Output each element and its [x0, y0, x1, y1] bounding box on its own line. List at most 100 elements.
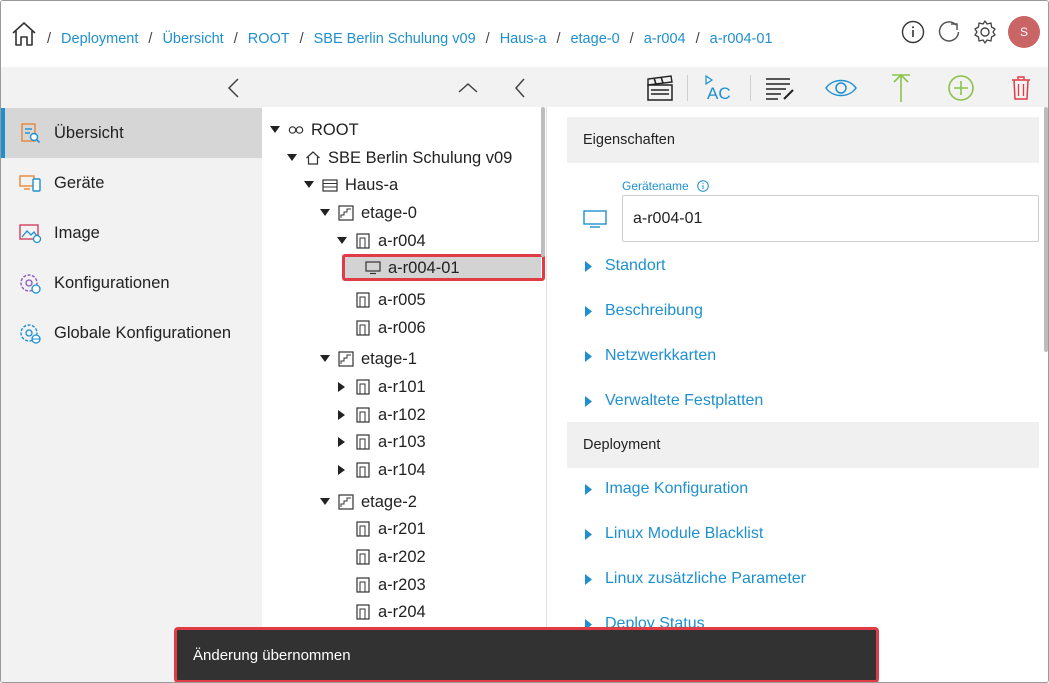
tree-node-floor[interactable]: etage-2: [318, 489, 417, 515]
breadcrumb-item-room[interactable]: a-r004: [644, 31, 686, 47]
trash-icon[interactable]: [1005, 72, 1037, 104]
breadcrumb-separator: /: [299, 31, 304, 47]
tree-node-room[interactable]: a-r004: [335, 228, 426, 254]
section-linux-zusaetzliche-parameter[interactable]: Linux zusätzliche Parameter: [585, 568, 806, 590]
caret-down-icon[interactable]: [285, 151, 299, 165]
room-icon: [355, 604, 371, 620]
caret-down-icon[interactable]: [335, 234, 349, 248]
breadcrumb-item-floor[interactable]: etage-0: [570, 31, 619, 47]
caret-down-icon[interactable]: [268, 123, 282, 137]
tree-node-room[interactable]: a-r202: [335, 544, 426, 570]
breadcrumb-item-uebersicht[interactable]: Übersicht: [162, 31, 223, 47]
home-icon[interactable]: [9, 19, 39, 49]
monitor-icon: [583, 209, 607, 229]
sidebar-item-uebersicht[interactable]: Übersicht: [1, 108, 262, 158]
device-name-label-text: Gerätename: [622, 179, 689, 193]
breadcrumb-item-building[interactable]: Haus-a: [500, 31, 547, 47]
tree-node-room[interactable]: a-r103: [335, 429, 426, 455]
list-edit-icon[interactable]: [764, 72, 796, 104]
room-icon: [355, 462, 371, 478]
section-linux-module-blacklist[interactable]: Linux Module Blacklist: [585, 523, 763, 545]
tree-node-room[interactable]: a-r104: [335, 457, 426, 483]
snackbar-notification: Änderung übernommen: [174, 627, 879, 682]
tree-node-school[interactable]: SBE Berlin Schulung v09: [285, 145, 512, 171]
tree-node-room[interactable]: a-r203: [335, 572, 426, 598]
caret-down-icon[interactable]: [318, 495, 332, 509]
caret-right-icon: [585, 395, 595, 407]
tree-scrollbar[interactable]: [541, 107, 545, 257]
gear-icon[interactable]: [972, 19, 998, 45]
info-icon[interactable]: [696, 180, 709, 192]
arrow-up-icon[interactable]: [885, 72, 917, 104]
tree-node-building[interactable]: Haus-a: [302, 172, 398, 198]
tree-node-floor[interactable]: etage-1: [318, 346, 417, 372]
sidebar-item-konfigurationen[interactable]: Konfigurationen: [1, 258, 262, 308]
breadcrumb-separator: /: [47, 31, 52, 47]
section-image-konfiguration[interactable]: Image Konfiguration: [585, 478, 748, 500]
tree-node-label: a-r104: [378, 460, 426, 479]
root-icon: [288, 122, 304, 138]
breadcrumb-separator: /: [695, 31, 700, 47]
section-netzwerkkarten[interactable]: Netzwerkkarten: [585, 345, 716, 367]
tree-node-root[interactable]: ROOT: [268, 117, 359, 143]
breadcrumb-separator: /: [556, 31, 561, 47]
breadcrumb-item-school[interactable]: SBE Berlin Schulung v09: [314, 31, 476, 47]
breadcrumb-item-root[interactable]: ROOT: [248, 31, 290, 47]
breadcrumb-item-device[interactable]: a-r004-01: [710, 31, 773, 47]
clapperboard-icon[interactable]: [644, 72, 676, 104]
floor-icon: [338, 351, 354, 367]
section-standort[interactable]: Standort: [585, 255, 665, 277]
eye-icon[interactable]: [825, 72, 857, 104]
caret-right-icon[interactable]: [335, 408, 349, 422]
collapse-up-icon[interactable]: [452, 72, 484, 104]
breadcrumb: / Deployment / Übersicht / ROOT / SBE Be…: [47, 31, 783, 47]
details-scrollbar[interactable]: [1044, 107, 1048, 352]
sidebar-item-label: Übersicht: [54, 123, 124, 142]
caret-right-icon[interactable]: [335, 435, 349, 449]
section-beschreibung[interactable]: Beschreibung: [585, 300, 703, 322]
tree-node-label: etage-2: [361, 492, 417, 511]
tree-node-room[interactable]: a-r102: [335, 402, 426, 428]
chevron-left-icon[interactable]: [224, 77, 244, 99]
device-name-input[interactable]: [622, 195, 1039, 242]
caret-down-icon[interactable]: [318, 352, 332, 366]
section-verwaltete-festplatten[interactable]: Verwaltete Festplatten: [585, 390, 763, 412]
svg-text:AC: AC: [707, 84, 731, 103]
sidebar-item-geraete[interactable]: Geräte: [1, 158, 262, 208]
section-label: Standort: [605, 257, 666, 274]
sidebar-item-image[interactable]: Image: [1, 208, 262, 258]
add-circle-icon[interactable]: [945, 72, 977, 104]
caret-right-icon: [585, 573, 595, 585]
image-icon: [17, 220, 43, 246]
back-icon[interactable]: [504, 72, 536, 104]
autocomplete-icon[interactable]: AC: [703, 72, 735, 104]
tree-node-label: etage-0: [361, 203, 417, 222]
toolbar-divider: [687, 75, 688, 101]
tree-node-label: a-r005: [378, 290, 426, 309]
caret-down-icon[interactable]: [302, 178, 316, 192]
sidebar-item-label: Image: [54, 223, 100, 242]
sidebar-item-label: Geräte: [54, 173, 105, 192]
tree-node-floor[interactable]: etage-0: [318, 200, 417, 226]
building-icon: [322, 177, 338, 193]
tree-panel: ROOT SBE Berlin Schulung v09 Haus-a etag…: [262, 107, 546, 682]
tree-node-label: a-r203: [378, 575, 426, 594]
breadcrumb-item-deployment[interactable]: Deployment: [61, 31, 138, 47]
tree-node-room[interactable]: a-r204: [335, 599, 426, 625]
tree-node-room[interactable]: a-r005: [335, 287, 426, 313]
caret-down-icon[interactable]: [318, 206, 332, 220]
room-icon: [355, 521, 371, 537]
sidebar-item-globale-konfigurationen[interactable]: Globale Konfigurationen: [1, 308, 262, 358]
details-panel: Eigenschaften Gerätename Standort Beschr…: [547, 107, 1047, 682]
tree-node-room[interactable]: a-r101: [335, 374, 426, 400]
caret-right-icon[interactable]: [335, 380, 349, 394]
caret-right-icon[interactable]: [335, 463, 349, 477]
avatar[interactable]: S: [1008, 16, 1040, 48]
refresh-icon[interactable]: [936, 19, 962, 45]
sidebar-nav: Übersicht Geräte Image Konfigurationen G…: [1, 108, 262, 358]
info-icon[interactable]: [900, 19, 926, 45]
section-label: Netzwerkkarten: [605, 347, 717, 364]
tree-node-room[interactable]: a-r006: [335, 315, 426, 341]
room-icon: [355, 407, 371, 423]
tree-node-room[interactable]: a-r201: [335, 516, 426, 542]
